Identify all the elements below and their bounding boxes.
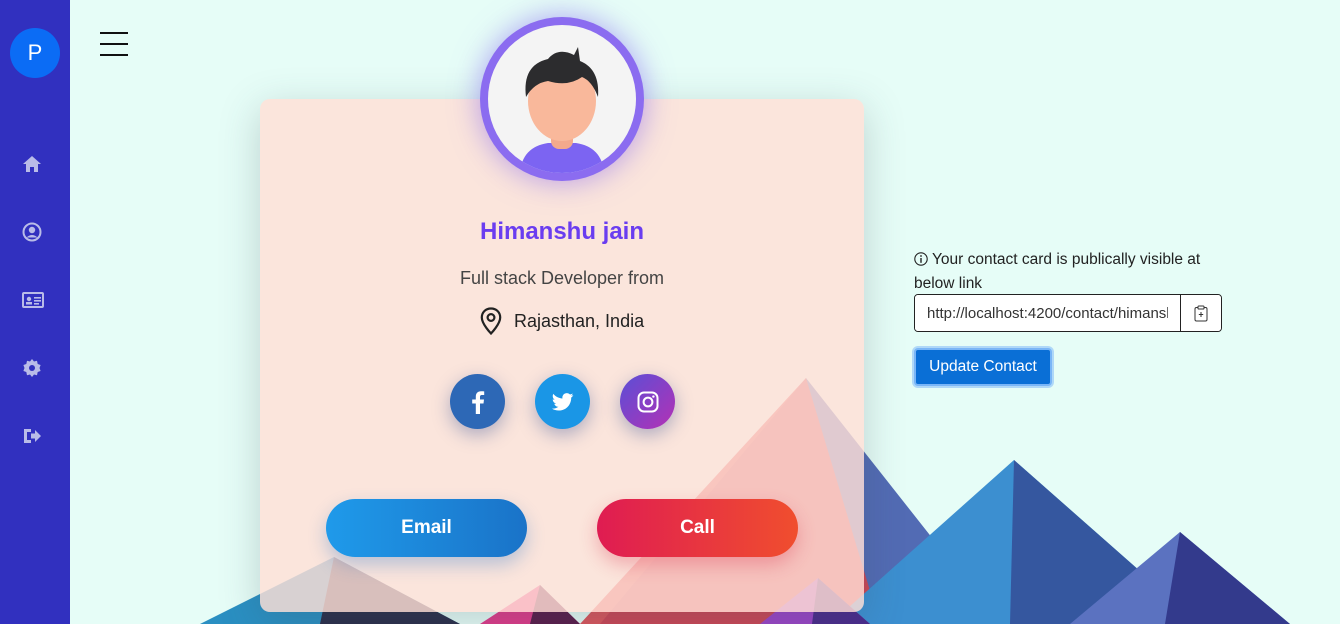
hamburger-line: [100, 32, 128, 34]
twitter-icon: [551, 392, 573, 411]
map-pin-icon: [480, 307, 502, 335]
sign-out-icon[interactable]: [22, 426, 42, 446]
profile-location: Rajasthan, India: [480, 307, 644, 335]
facebook-button[interactable]: [450, 374, 505, 429]
profile-picture: [488, 25, 636, 173]
home-icon[interactable]: [22, 154, 42, 174]
update-contact-button[interactable]: Update Contact: [914, 348, 1052, 386]
instagram-button[interactable]: [620, 374, 675, 429]
facebook-icon: [471, 390, 484, 414]
hamburger-line: [100, 43, 128, 45]
hamburger-line: [100, 54, 128, 56]
contact-card-icon[interactable]: [22, 290, 44, 310]
email-button[interactable]: Email: [326, 499, 527, 557]
profile-role: Full stack Developer from: [459, 268, 665, 288]
menu-toggle-icon[interactable]: [100, 32, 128, 58]
public-link-input[interactable]: [915, 295, 1180, 331]
gear-icon[interactable]: [22, 358, 42, 378]
copy-link-button[interactable]: [1180, 295, 1221, 331]
location-text: Rajasthan, India: [514, 310, 645, 331]
profile-name: Himanshu jain: [479, 218, 645, 245]
public-link-group: [914, 294, 1222, 332]
visibility-info-text: Your contact card is publically visible …: [914, 251, 1201, 292]
info-circle-icon: [914, 252, 928, 266]
avatar-illustration-icon: [520, 47, 604, 173]
profile-picture-ring: [480, 17, 644, 181]
call-button[interactable]: Call: [597, 499, 798, 557]
visibility-info: Your contact card is publically visible …: [914, 248, 1224, 296]
sidebar: P: [0, 0, 70, 624]
user-avatar[interactable]: P: [10, 28, 60, 78]
twitter-button[interactable]: [535, 374, 590, 429]
clipboard-icon: [1194, 305, 1208, 321]
user-circle-icon[interactable]: [22, 222, 42, 242]
instagram-icon: [637, 391, 658, 412]
